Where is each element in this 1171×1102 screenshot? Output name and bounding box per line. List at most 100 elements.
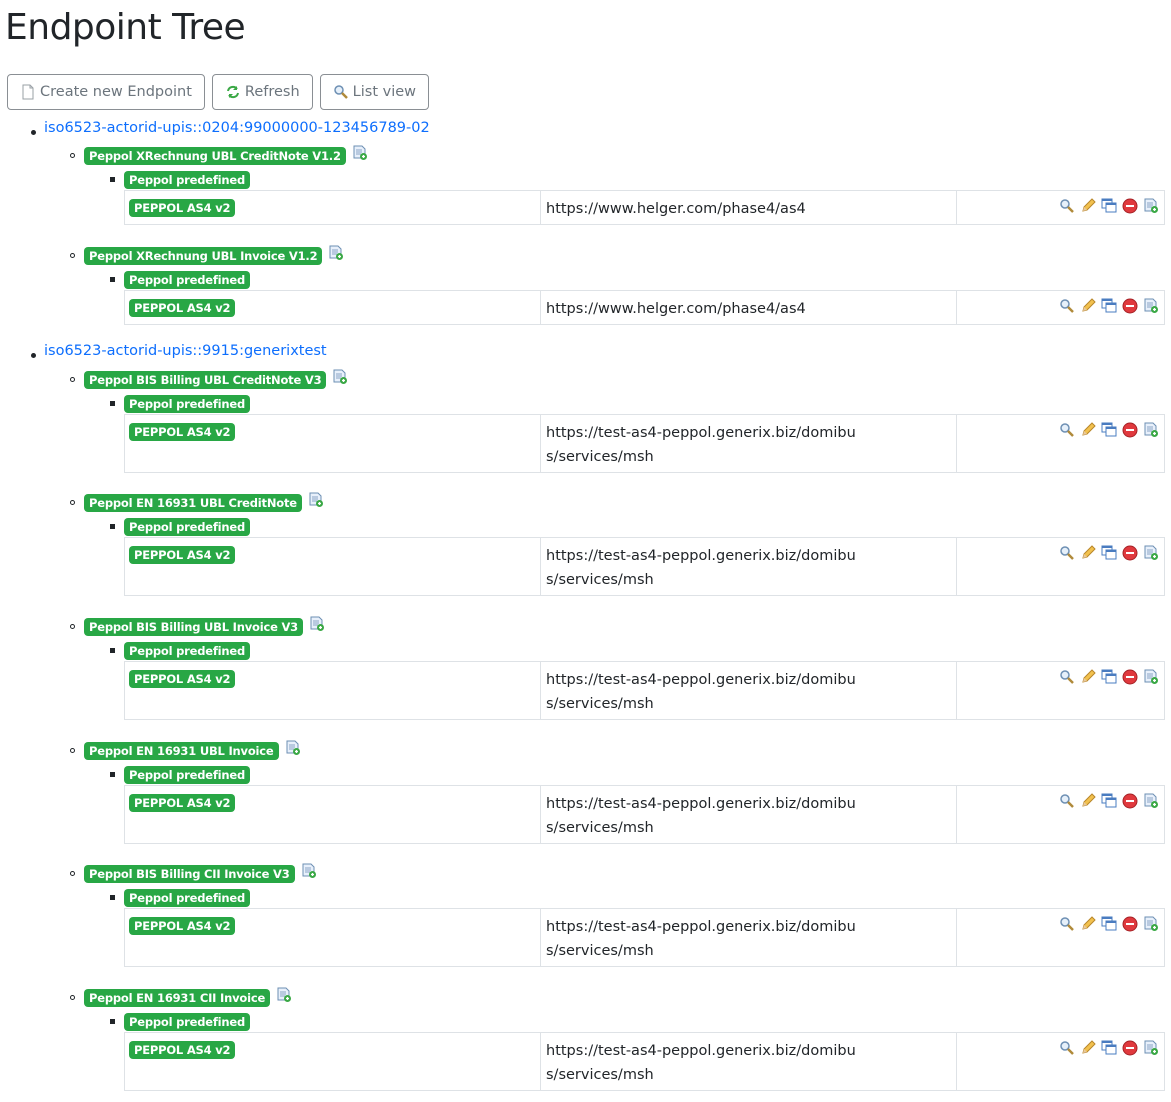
delete-icon[interactable] (1122, 198, 1138, 214)
transport-badge: PEPPOL AS4 v2 (129, 917, 236, 935)
copy-icon[interactable] (1101, 422, 1117, 438)
endpoint-url: https://www.helger.com/phase4/as4 (541, 191, 957, 224)
copy-icon[interactable] (1101, 916, 1117, 932)
document-bullet (70, 871, 75, 876)
add-endpoint-icon[interactable] (276, 987, 292, 1003)
edit-icon[interactable] (1080, 1040, 1096, 1056)
document-bullet (70, 153, 75, 158)
create-endpoint-button[interactable]: Create new Endpoint (7, 74, 205, 110)
view-icon[interactable] (1059, 545, 1075, 561)
document-type-badge: Peppol XRechnung UBL Invoice V1.2 (84, 247, 323, 265)
view-icon[interactable] (1059, 1040, 1075, 1056)
edit-icon[interactable] (1080, 545, 1096, 561)
add-endpoint-icon[interactable] (352, 145, 368, 161)
add-endpoint-icon[interactable] (332, 369, 348, 385)
edit-icon[interactable] (1080, 669, 1096, 685)
endpoint-url: https://test-as4-peppol.generix.biz/domi… (541, 909, 957, 966)
transport-cell: PEPPOL AS4 v2 (125, 662, 541, 719)
delete-icon[interactable] (1122, 916, 1138, 932)
document-type-badge: Peppol BIS Billing UBL CreditNote V3 (84, 371, 327, 389)
list-view-button[interactable]: List view (319, 74, 430, 110)
document-bullet (70, 995, 75, 1000)
document-bullet (70, 377, 75, 382)
view-icon[interactable] (1059, 793, 1075, 809)
process-bullet (110, 177, 115, 182)
view-icon[interactable] (1059, 669, 1075, 685)
document-bullet (70, 748, 75, 753)
copy-icon[interactable] (1101, 298, 1117, 314)
process-bullet (110, 648, 115, 653)
participant-bullet (31, 130, 36, 135)
delete-icon[interactable] (1122, 1040, 1138, 1056)
process-bullet (110, 1019, 115, 1024)
document-type-badge: Peppol EN 16931 CII Invoice (84, 989, 271, 1007)
copy-icon[interactable] (1101, 545, 1117, 561)
transport-cell: PEPPOL AS4 v2 (125, 1033, 541, 1090)
refresh-icon (225, 84, 241, 100)
add-endpoint-icon[interactable] (328, 245, 344, 261)
transport-badge: PEPPOL AS4 v2 (129, 423, 236, 441)
document-type-badge: Peppol BIS Billing CII Invoice V3 (84, 865, 295, 883)
actions-cell (957, 415, 1164, 472)
view-icon[interactable] (1059, 916, 1075, 932)
copy-icon[interactable] (1101, 1040, 1117, 1056)
transport-cell: PEPPOL AS4 v2 (125, 415, 541, 472)
document-type-badge: Peppol EN 16931 UBL Invoice (84, 742, 279, 760)
add-endpoint-icon[interactable] (309, 616, 325, 632)
add-endpoint-icon[interactable] (308, 492, 324, 508)
view-icon[interactable] (1059, 422, 1075, 438)
page-title: Endpoint Tree (5, 7, 246, 48)
view-icon[interactable] (1059, 298, 1075, 314)
delete-icon[interactable] (1122, 793, 1138, 809)
participant-link[interactable]: iso6523-actorid-upis::0204:99000000-1234… (44, 120, 430, 136)
magnifier-icon (333, 84, 349, 100)
transport-badge: PEPPOL AS4 v2 (129, 794, 236, 812)
process-badge: Peppol predefined (124, 1013, 251, 1031)
delete-icon[interactable] (1122, 298, 1138, 314)
endpoint-row: PEPPOL AS4 v2 https://test-as4-peppol.gen… (124, 1032, 1165, 1091)
actions-cell (957, 786, 1164, 843)
participant-bullet (31, 353, 36, 358)
delete-icon[interactable] (1122, 422, 1138, 438)
add-icon[interactable] (1143, 198, 1159, 214)
actions-cell (957, 291, 1164, 324)
document-bullet (70, 624, 75, 629)
delete-icon[interactable] (1122, 669, 1138, 685)
add-endpoint-icon[interactable] (285, 740, 301, 756)
add-endpoint-icon[interactable] (301, 863, 317, 879)
view-icon[interactable] (1059, 198, 1075, 214)
edit-icon[interactable] (1080, 298, 1096, 314)
endpoint-row: PEPPOL AS4 v2 https://test-as4-peppol.gen… (124, 661, 1165, 720)
add-icon[interactable] (1143, 422, 1159, 438)
copy-icon[interactable] (1101, 198, 1117, 214)
add-icon[interactable] (1143, 916, 1159, 932)
edit-icon[interactable] (1080, 793, 1096, 809)
endpoint-url: https://www.helger.com/phase4/as4 (541, 291, 957, 324)
transport-cell: PEPPOL AS4 v2 (125, 291, 541, 324)
transport-badge: PEPPOL AS4 v2 (129, 670, 236, 688)
document-type-badge: Peppol EN 16931 UBL CreditNote (84, 494, 302, 512)
list-view-label: List view (352, 84, 417, 100)
actions-cell (957, 191, 1164, 224)
transport-cell: PEPPOL AS4 v2 (125, 786, 541, 843)
document-bullet (70, 253, 75, 258)
participant-link[interactable]: iso6523-actorid-upis::9915:generixtest (44, 343, 327, 359)
add-icon[interactable] (1143, 793, 1159, 809)
document-bullet (70, 500, 75, 505)
edit-icon[interactable] (1080, 422, 1096, 438)
add-icon[interactable] (1143, 298, 1159, 314)
transport-badge: PEPPOL AS4 v2 (129, 199, 236, 217)
add-icon[interactable] (1143, 545, 1159, 561)
copy-icon[interactable] (1101, 669, 1117, 685)
edit-icon[interactable] (1080, 198, 1096, 214)
add-icon[interactable] (1143, 1040, 1159, 1056)
copy-icon[interactable] (1101, 793, 1117, 809)
transport-badge: PEPPOL AS4 v2 (129, 546, 236, 564)
add-icon[interactable] (1143, 669, 1159, 685)
delete-icon[interactable] (1122, 545, 1138, 561)
edit-icon[interactable] (1080, 916, 1096, 932)
document-type-badge: Peppol BIS Billing UBL Invoice V3 (84, 618, 303, 636)
refresh-button[interactable]: Refresh (211, 74, 313, 110)
endpoint-row: PEPPOL AS4 v2 https://test-as4-peppol.gen… (124, 908, 1165, 967)
process-badge: Peppol predefined (124, 171, 251, 189)
